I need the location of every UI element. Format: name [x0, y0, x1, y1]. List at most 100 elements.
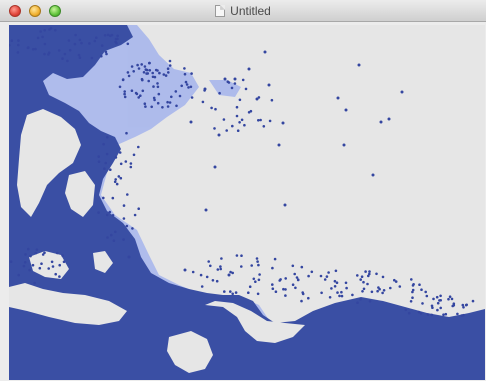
particle-dot — [204, 208, 208, 212]
particle-dot — [256, 292, 260, 296]
particle-dot — [381, 275, 385, 279]
canvas-area[interactable] — [9, 25, 485, 380]
particle-dot — [38, 266, 42, 270]
particle-dot — [183, 268, 187, 272]
particle-dot — [371, 173, 375, 177]
particle-dot — [257, 278, 261, 282]
particle-dot — [58, 263, 61, 267]
particle-dot — [22, 264, 26, 268]
particle-dot — [368, 270, 371, 273]
particle-dot — [33, 281, 36, 285]
particle-dot — [435, 295, 439, 299]
particle-dot — [250, 264, 253, 267]
particle-dot — [235, 114, 239, 118]
particle-dot — [366, 282, 369, 286]
particle-dot — [106, 136, 109, 139]
particle-dot — [240, 254, 243, 257]
particle-dot — [144, 105, 147, 108]
particle-dot — [132, 70, 135, 73]
particle-dot — [43, 42, 47, 46]
particle-dot — [152, 85, 155, 88]
particle-dot — [40, 262, 43, 265]
particle-dot — [189, 120, 193, 124]
particle-dot — [398, 285, 402, 288]
particle-dot — [103, 34, 107, 37]
particle-dot — [97, 160, 101, 163]
particle-dot — [368, 300, 372, 303]
particle-dot — [142, 71, 146, 74]
particle-dot — [278, 279, 282, 282]
particle-dot — [238, 98, 242, 102]
particle-dot — [97, 211, 100, 214]
particle-dot — [270, 98, 274, 102]
particle-dot — [127, 74, 131, 78]
particle-dot — [217, 133, 221, 137]
particle-dot — [156, 82, 159, 85]
particle-canvas[interactable] — [9, 25, 485, 380]
particle-dot — [310, 270, 314, 274]
particle-dot — [216, 268, 220, 271]
particle-dot — [247, 291, 250, 295]
particle-dot — [381, 291, 384, 295]
particle-dot — [294, 286, 297, 290]
particle-dot — [238, 121, 241, 124]
particle-dot — [442, 313, 445, 317]
particle-dot — [330, 287, 333, 290]
particle-dot — [404, 308, 408, 312]
particle-dot — [203, 87, 207, 91]
particle-dot — [123, 92, 126, 96]
particle-dot — [78, 38, 82, 42]
particle-dot — [377, 286, 380, 289]
particle-dot — [129, 165, 133, 169]
particle-dot — [183, 67, 186, 70]
particle-dot — [112, 239, 116, 242]
particle-dot — [327, 271, 330, 274]
particle-dot — [259, 118, 262, 122]
particle-dot — [271, 283, 274, 286]
particle-dot — [127, 255, 131, 259]
particle-dot — [411, 296, 414, 300]
particle-dot — [166, 105, 170, 108]
particle-dot — [103, 167, 106, 170]
particle-dot — [43, 29, 46, 32]
particle-dot — [319, 274, 323, 278]
particle-dot — [209, 264, 212, 268]
title-bar[interactable]: Untitled — [0, 0, 486, 22]
particle-dot — [244, 87, 248, 91]
particle-dot — [43, 52, 46, 56]
particle-dot — [136, 63, 139, 67]
particle-dot — [271, 266, 274, 270]
particle-dot — [162, 73, 166, 76]
particle-dot — [211, 279, 215, 282]
particle-dot — [424, 290, 428, 294]
particle-dot — [115, 182, 119, 186]
particle-dot — [450, 297, 454, 301]
particle-dot — [178, 94, 182, 98]
particle-dot — [213, 165, 217, 169]
particle-dot — [262, 125, 266, 128]
particle-dot — [432, 297, 435, 301]
particle-dot — [68, 48, 72, 52]
particle-dot — [168, 101, 172, 104]
particle-dot — [137, 145, 140, 149]
particle-dot — [325, 275, 329, 278]
particle-dot — [100, 44, 104, 47]
particle-dot — [273, 257, 277, 261]
particle-dot — [257, 119, 260, 122]
particle-dot — [137, 67, 141, 70]
particle-dot — [218, 91, 221, 95]
particle-dot — [119, 162, 123, 166]
particle-dot — [420, 288, 423, 292]
particle-dot — [400, 90, 404, 94]
particle-dot — [122, 217, 126, 220]
particle-dot — [284, 288, 287, 291]
particle-dot — [62, 260, 66, 264]
particle-dot — [200, 285, 204, 288]
particle-dot — [97, 155, 100, 158]
particle-dot — [462, 306, 465, 309]
particle-dot — [158, 71, 161, 75]
particle-dot — [56, 251, 59, 255]
particle-dot — [114, 156, 118, 159]
particle-dot — [362, 280, 365, 284]
particle-dot — [231, 124, 234, 128]
